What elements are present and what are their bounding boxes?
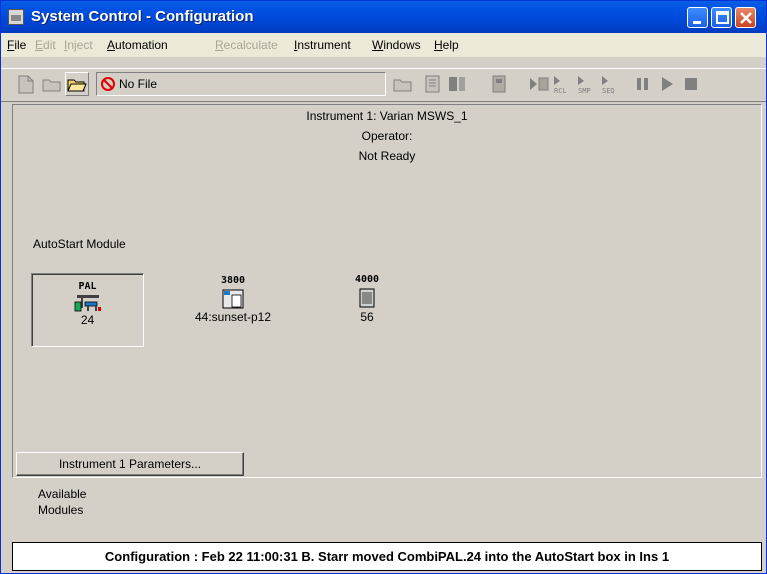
pause-icon: [637, 78, 648, 90]
module-3800[interactable]: 3800 44:sunset-p12: [188, 275, 278, 325]
module-caption: 44:sunset-p12: [194, 310, 272, 324]
menu-windows[interactable]: Windows: [372, 38, 421, 52]
module-title: 3800: [220, 275, 246, 286]
menu-inject[interactable]: Inject: [64, 38, 93, 52]
new-button[interactable]: [14, 72, 38, 96]
module-icon: [449, 77, 465, 91]
menu-file[interactable]: File: [7, 38, 26, 52]
toolbar: No File RCL SMP SEQ: [1, 68, 766, 102]
instrument-button[interactable]: [487, 72, 511, 96]
open-button[interactable]: [65, 72, 89, 96]
module-caption: 24: [80, 313, 95, 327]
close-icon: [740, 12, 752, 24]
operator-label: Operator:: [361, 129, 413, 143]
rcl-label: RCL: [554, 87, 567, 95]
main-window: System Control - Configuration File Edit…: [0, 0, 767, 574]
stop-button[interactable]: [679, 72, 703, 96]
instrument-icon: [492, 75, 506, 93]
ms-detector-icon: [359, 288, 375, 308]
menu-instrument[interactable]: Instrument: [294, 38, 351, 52]
smp-label: SMP: [578, 87, 591, 95]
title-bar[interactable]: System Control - Configuration: [1, 1, 766, 33]
minimize-button[interactable]: [687, 7, 708, 28]
configuration-area: Instrument 1: Varian MSWS_1 Operator: No…: [12, 104, 762, 478]
menu-help[interactable]: Help: [434, 38, 459, 52]
gc-oven-icon: [222, 289, 244, 309]
file-status-text: No File: [119, 77, 158, 91]
recalc-button[interactable]: RCL: [551, 72, 575, 96]
file-status-field: No File: [96, 72, 386, 96]
menu-bar: File Edit Inject Automation Recalculate …: [1, 33, 766, 57]
sequence-button[interactable]: SEQ: [599, 72, 623, 96]
seq-label: SEQ: [602, 87, 615, 95]
menu-edit[interactable]: Edit: [35, 38, 56, 52]
module-title: PAL: [78, 281, 97, 292]
inject-icon: [530, 77, 549, 91]
available-modules-panel: Available Modules: [12, 480, 762, 540]
maximize-button[interactable]: [711, 7, 732, 28]
resume-button[interactable]: [655, 72, 679, 96]
recalc-icon: RCL: [554, 76, 567, 95]
autostart-label: AutoStart Module: [33, 237, 126, 251]
inject-single-button[interactable]: [527, 72, 551, 96]
module-4000[interactable]: 4000 56: [343, 274, 391, 325]
menu-automation[interactable]: Automation: [107, 38, 168, 52]
available-modules-label: Available Modules: [38, 487, 87, 517]
instrument-name: Instrument 1: Varian MSWS_1: [306, 109, 468, 123]
play-icon: [662, 77, 673, 91]
sequence-icon: SEQ: [602, 76, 615, 95]
close-button[interactable]: [735, 7, 756, 28]
open-folder-icon: [393, 79, 412, 92]
sample-list-icon: SMP: [578, 76, 591, 95]
open-disabled-button[interactable]: [40, 72, 64, 96]
document-icon: [425, 75, 440, 93]
open-method-button[interactable]: [391, 72, 415, 96]
status-bar: Configuration : Feb 22 11:00:31 B. Starr…: [12, 542, 762, 571]
app-icon[interactable]: [8, 9, 24, 25]
autosampler-icon: [74, 295, 101, 312]
activate-button[interactable]: [445, 72, 469, 96]
instrument-parameters-button[interactable]: Instrument 1 Parameters...: [16, 452, 244, 476]
open-folder-icon: [42, 79, 61, 92]
no-entry-icon: [101, 77, 115, 91]
sample-list-button[interactable]: SMP: [575, 72, 599, 96]
window-title: System Control - Configuration: [31, 8, 254, 25]
module-pal[interactable]: PAL 24: [31, 273, 144, 347]
new-file-icon: [18, 75, 34, 94]
open-folder-icon: [67, 79, 87, 92]
minimize-icon: [693, 21, 701, 24]
module-caption: 56: [360, 310, 374, 324]
method-button[interactable]: [421, 72, 445, 96]
status-message: Configuration : Feb 22 11:00:31 B. Starr…: [104, 549, 670, 564]
instrument-status: Not Ready: [358, 149, 416, 163]
menu-recalculate[interactable]: Recalculate: [215, 38, 278, 52]
maximize-icon: [716, 11, 729, 24]
stop-icon: [685, 78, 697, 90]
module-title: 4000: [354, 274, 380, 285]
pause-button[interactable]: [631, 72, 655, 96]
